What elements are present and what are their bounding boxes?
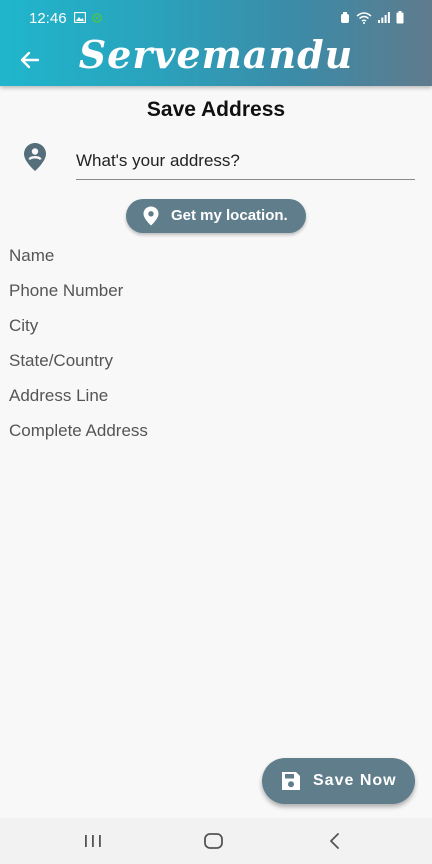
app-header: 12:46 Servemandu [0, 0, 432, 86]
get-location-label: Get my location. [171, 207, 288, 224]
city-field[interactable]: City [9, 314, 148, 349]
location-pin-icon [24, 143, 46, 171]
floppy-disk-icon [282, 772, 300, 790]
page-title: Save Address [146, 98, 286, 121]
address-input[interactable] [76, 142, 415, 180]
battery-icon [396, 11, 404, 24]
home-icon[interactable] [204, 833, 223, 849]
map-marker-icon [143, 206, 159, 226]
save-now-button[interactable]: Save Now [262, 758, 415, 804]
alarm-icon [341, 11, 349, 23]
phone-number-field[interactable]: Phone Number [9, 279, 148, 314]
nav-back-icon[interactable] [328, 833, 342, 849]
wifi-icon [356, 11, 372, 24]
status-bar: 12:46 [0, 0, 432, 36]
circle-app-icon [92, 12, 102, 23]
address-form: Name Phone Number City State/Country Add… [9, 244, 148, 454]
recent-apps-icon[interactable] [84, 834, 102, 848]
name-field[interactable]: Name [9, 244, 148, 279]
gallery-icon [74, 12, 86, 23]
state-country-field[interactable]: State/Country [9, 349, 148, 384]
status-time: 12:46 [29, 10, 67, 27]
signal-icon [378, 12, 390, 23]
complete-address-field[interactable]: Complete Address [9, 419, 148, 454]
app-title: Servemandu [78, 32, 354, 77]
save-now-label: Save Now [313, 772, 397, 789]
system-nav-bar [0, 818, 432, 864]
get-location-button[interactable]: Get my location. [126, 199, 306, 233]
address-line-field[interactable]: Address Line [9, 384, 148, 419]
